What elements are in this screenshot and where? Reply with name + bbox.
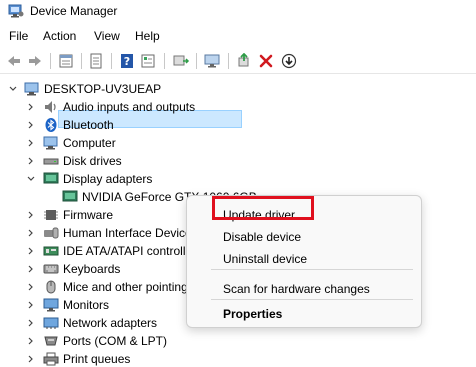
- chevron-right-icon[interactable]: [26, 138, 36, 148]
- toolbar-separator: [50, 53, 51, 69]
- menu-uninstall-device[interactable]: Uninstall device: [223, 252, 307, 266]
- chevron-right-icon[interactable]: [26, 156, 36, 166]
- tree-item-audio[interactable]: Audio inputs and outputs: [0, 98, 476, 116]
- tree-item-label: Bluetooth: [63, 118, 114, 132]
- title-bar: Device Manager: [0, 0, 476, 24]
- toolbar-separator: [228, 53, 229, 69]
- computer-icon: [43, 136, 58, 150]
- port-icon: [44, 336, 58, 346]
- tree-item-disk-drives[interactable]: Disk drives: [0, 152, 476, 170]
- chevron-right-icon[interactable]: [26, 354, 36, 364]
- computer-monitor-icon[interactable]: [202, 51, 222, 71]
- network-adapter-icon: [43, 317, 59, 329]
- view-icon[interactable]: [138, 51, 158, 71]
- firmware-chip-icon: [44, 210, 58, 220]
- tree-item-print-queues[interactable]: Print queues: [0, 350, 476, 367]
- tree-item-label: Display adapters: [63, 172, 153, 186]
- properties-icon[interactable]: [56, 51, 76, 71]
- chevron-right-icon[interactable]: [26, 282, 36, 292]
- monitor-icon: [43, 298, 59, 312]
- back-arrow-icon[interactable]: [4, 51, 24, 71]
- disk-drive-icon: [43, 158, 59, 165]
- tree-item-label: Human Interface Devices: [63, 226, 198, 240]
- tree-item-computer[interactable]: Computer: [0, 134, 476, 152]
- printer-icon: [43, 352, 59, 366]
- tree-item-label: Firmware: [63, 208, 113, 222]
- chevron-right-icon[interactable]: [26, 300, 36, 310]
- chevron-right-icon[interactable]: [26, 264, 36, 274]
- tree-item-label: Monitors: [63, 298, 110, 312]
- device-manager-icon: [8, 4, 24, 18]
- uninstall-icon[interactable]: [256, 51, 276, 71]
- menu-separator: [211, 269, 413, 270]
- tree-item-display-adapters[interactable]: Display adapters: [0, 170, 476, 188]
- tree-item-label: Print queues: [63, 352, 131, 366]
- download-icon[interactable]: [279, 51, 299, 71]
- chevron-right-icon[interactable]: [26, 246, 36, 256]
- menu-help[interactable]: Help: [135, 29, 160, 43]
- computer-icon: [24, 82, 39, 96]
- tree-item-label: Network adapters: [63, 316, 158, 330]
- menu-scan-hardware[interactable]: Scan for hardware changes: [223, 282, 370, 296]
- svg-text:?: ?: [124, 55, 130, 68]
- chevron-right-icon[interactable]: [26, 102, 36, 112]
- update-driver-highlight: [212, 196, 314, 220]
- display-adapter-icon: [43, 172, 59, 184]
- help-icon[interactable]: ?: [117, 51, 137, 71]
- speaker-icon: [45, 101, 56, 113]
- tree-item-label: Keyboards: [63, 262, 121, 276]
- hid-icon: [44, 227, 59, 239]
- menu-view[interactable]: View: [94, 29, 120, 43]
- toolbar: ?: [0, 48, 476, 74]
- bluetooth-icon: [45, 118, 57, 132]
- toolbar-separator: [164, 53, 165, 69]
- tree-item-label: Ports (COM & LPT): [63, 334, 168, 348]
- enable-device-icon[interactable]: [234, 51, 254, 71]
- display-adapter-icon: [62, 190, 78, 202]
- mouse-icon: [46, 280, 56, 294]
- menu-disable-device[interactable]: Disable device: [223, 230, 301, 244]
- menu-file[interactable]: File: [9, 29, 28, 43]
- toolbar-separator: [81, 53, 82, 69]
- chevron-right-icon[interactable]: [26, 228, 36, 238]
- toolbar-separator: [196, 53, 197, 69]
- tree-root-label: DESKTOP-UV3UEAP: [44, 82, 162, 96]
- tree-item-label: Disk drives: [63, 154, 122, 168]
- tree-item-ports[interactable]: Ports (COM & LPT): [0, 332, 476, 350]
- ide-controller-icon: [43, 246, 59, 256]
- chevron-right-icon[interactable]: [26, 120, 36, 130]
- chevron-right-icon[interactable]: [26, 318, 36, 328]
- list-icon[interactable]: [86, 51, 106, 71]
- tree-item-label: Audio inputs and outputs: [63, 100, 196, 114]
- chevron-down-icon[interactable]: [26, 174, 36, 184]
- chevron-right-icon[interactable]: [26, 336, 36, 346]
- menu-separator: [211, 299, 413, 300]
- window-title: Device Manager: [30, 4, 118, 18]
- tree-item-bluetooth[interactable]: Bluetooth: [0, 116, 476, 134]
- update-driver-icon[interactable]: [171, 51, 191, 71]
- menu-bar: File Action View Help: [0, 26, 476, 46]
- keyboard-icon: [43, 264, 59, 274]
- menu-properties[interactable]: Properties: [223, 307, 282, 321]
- tree-root[interactable]: DESKTOP-UV3UEAP: [0, 80, 476, 98]
- chevron-down-icon[interactable]: [8, 84, 18, 94]
- menu-action[interactable]: Action: [43, 29, 76, 43]
- tree-item-label: IDE ATA/ATAPI controllers: [63, 244, 203, 258]
- chevron-right-icon[interactable]: [26, 210, 36, 220]
- toolbar-separator: [111, 53, 112, 69]
- forward-arrow-icon[interactable]: [25, 51, 45, 71]
- tree-item-label: Computer: [63, 136, 116, 150]
